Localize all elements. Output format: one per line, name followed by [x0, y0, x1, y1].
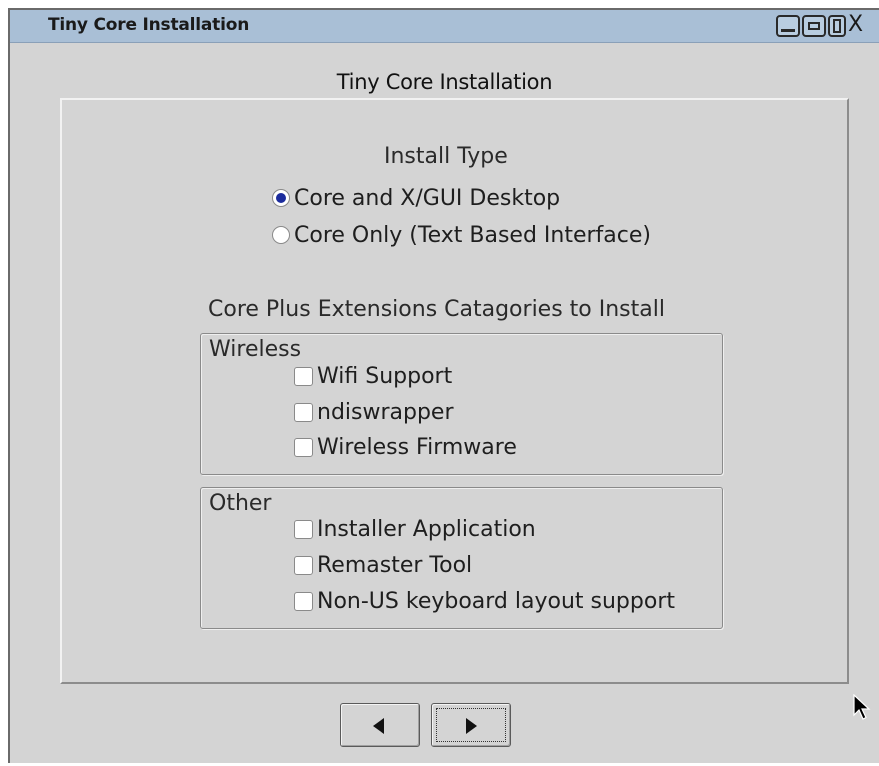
installer-window: Tiny Core Installation X Tiny Core Insta…: [8, 8, 879, 763]
radio-button-icon[interactable]: [272, 226, 290, 244]
next-button[interactable]: [431, 703, 511, 747]
maximize-icon[interactable]: [828, 15, 846, 37]
radio-core-only[interactable]: Core Only (Text Based Interface): [272, 221, 651, 249]
minimize-icon[interactable]: [776, 15, 800, 37]
checkbox-wireless-firmware[interactable]: Wireless Firmware: [294, 433, 517, 461]
other-group: Other Installer Application Remaster Too…: [200, 487, 723, 629]
mouse-pointer-icon: [853, 694, 871, 720]
back-button[interactable]: [340, 703, 420, 747]
extensions-label: Core Plus Extensions Catagories to Insta…: [208, 297, 665, 322]
checkbox-label: Remaster Tool: [317, 552, 473, 578]
checkbox-icon[interactable]: [294, 519, 313, 539]
checkbox-label: ndiswrapper: [317, 399, 454, 425]
triangle-left-icon: [373, 718, 384, 734]
checkbox-non-us-keyboard[interactable]: Non-US keyboard layout support: [294, 587, 675, 615]
wireless-group: Wireless Wifi Support ndiswrapper Wirele…: [200, 333, 723, 475]
triangle-right-icon: [466, 718, 477, 734]
install-type-label: Install Type: [384, 144, 508, 169]
restore-icon[interactable]: [802, 15, 826, 37]
radio-label: Core and X/GUI Desktop: [294, 185, 561, 211]
radio-label: Core Only (Text Based Interface): [294, 222, 651, 248]
checkbox-icon[interactable]: [294, 402, 313, 422]
checkbox-icon[interactable]: [294, 591, 313, 611]
checkbox-installer-application[interactable]: Installer Application: [294, 515, 536, 543]
window-titlebar[interactable]: Tiny Core Installation X: [10, 10, 879, 43]
options-panel: Install Type Core and X/GUI Desktop Core…: [60, 98, 849, 684]
group-title: Wireless: [209, 337, 302, 362]
checkbox-label: Wireless Firmware: [317, 434, 517, 460]
dialog-heading: Tiny Core Installation: [336, 70, 553, 94]
checkbox-remaster-tool[interactable]: Remaster Tool: [294, 551, 472, 579]
radio-button-selected-icon[interactable]: [272, 189, 290, 207]
group-title: Other: [209, 491, 272, 516]
checkbox-ndiswrapper[interactable]: ndiswrapper: [294, 398, 454, 426]
checkbox-wifi-support[interactable]: Wifi Support: [294, 362, 452, 390]
checkbox-icon[interactable]: [294, 437, 313, 457]
close-icon[interactable]: X: [848, 12, 863, 38]
radio-core-gui[interactable]: Core and X/GUI Desktop: [272, 184, 560, 212]
checkbox-icon[interactable]: [294, 555, 313, 575]
checkbox-icon[interactable]: [294, 366, 313, 386]
window-title: Tiny Core Installation: [48, 15, 250, 35]
checkbox-label: Wifi Support: [317, 363, 453, 389]
checkbox-label: Non-US keyboard layout support: [317, 588, 675, 614]
checkbox-label: Installer Application: [317, 516, 536, 542]
